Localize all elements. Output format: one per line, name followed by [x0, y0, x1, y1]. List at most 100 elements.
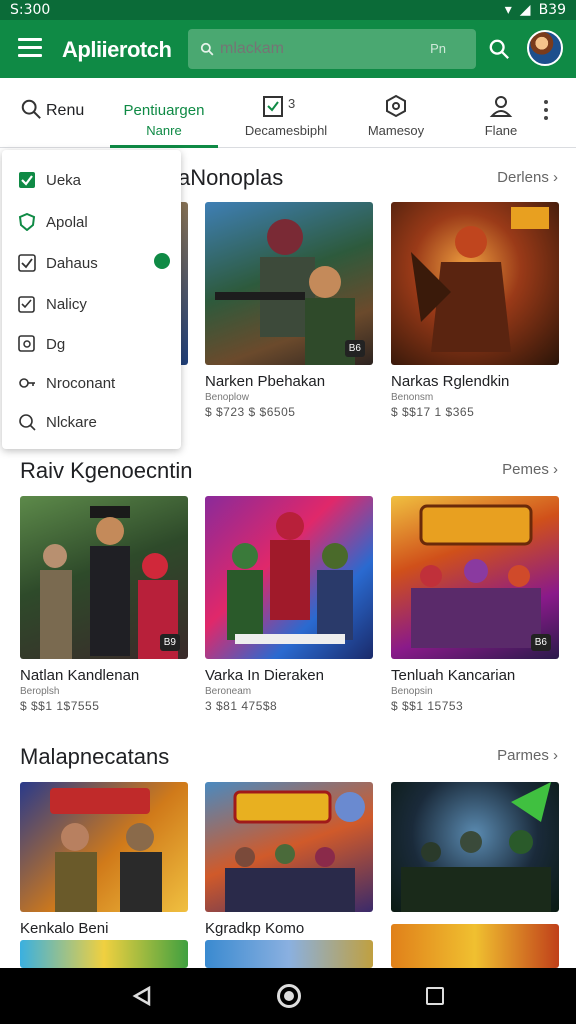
game-card[interactable]: B9 Natlan Kandlenan Beroplsh $ $$1 1$755…: [20, 496, 188, 713]
checkbox-icon: [18, 254, 36, 272]
avatar[interactable]: [527, 30, 563, 66]
menu-item[interactable]: Apolal: [18, 210, 88, 234]
menu-item-label: Apolal: [46, 213, 88, 231]
menu-item-label: Ueka: [46, 171, 82, 189]
section-more-link[interactable]: Pemes ›: [502, 461, 558, 478]
search-icon[interactable]: [488, 38, 510, 60]
game-price: 3 $81 475$8: [205, 699, 278, 713]
game-thumbnail: [205, 782, 373, 912]
status-time: S:300: [10, 2, 51, 18]
check-box-icon: [19, 172, 35, 188]
tab-featured-sub: Nanre: [146, 123, 182, 138]
section-more-label: Pemes: [502, 461, 549, 478]
section-more-label: Derlens: [497, 169, 549, 186]
menu-item[interactable]: Nalicy: [18, 292, 87, 316]
menu-item[interactable]: Nroconant: [18, 371, 115, 395]
tab-profile[interactable]: Flane: [464, 78, 538, 148]
wifi-icon: ▾: [504, 2, 512, 18]
search-icon: [200, 42, 214, 56]
game-card[interactable]: Kgradkp Komo: [205, 782, 373, 937]
tab-search-label: Renu: [46, 102, 85, 119]
shield-icon: [18, 213, 36, 231]
section-more-link[interactable]: Parmes ›: [497, 747, 558, 764]
game-thumbnail-partial[interactable]: [205, 940, 373, 968]
section-title: Raiv Kgenoecntin: [20, 458, 193, 483]
game-title: Narken Pbehakan: [205, 373, 326, 390]
section-title: Malapnecatans: [20, 744, 170, 769]
game-thumbnail-partial[interactable]: [391, 924, 559, 968]
gamepad-icon: [386, 94, 406, 118]
age-rating-badge: B6: [344, 340, 365, 357]
tab-bar: Renu Pentiuargen Nanre 3 Decamesbiphl Ma…: [0, 78, 576, 148]
battery-text: B39: [538, 2, 566, 18]
menu-item-label: Dahaus: [46, 254, 98, 272]
game-title: Kgradkp Komo: [205, 920, 305, 937]
game-thumbnail: B9: [20, 496, 188, 659]
menu-item-label: Nlckare: [46, 413, 97, 431]
game-title: Kenkalo Beni: [20, 920, 109, 937]
key-icon: [19, 378, 35, 388]
age-rating-badge: B6: [530, 634, 551, 651]
tab-profile-label: Flane: [484, 123, 518, 138]
menu-item[interactable]: Nlckare: [18, 410, 97, 434]
message-check-icon: [18, 335, 35, 352]
section-more-link[interactable]: Derlens ›: [497, 169, 558, 186]
game-price: $ $$17 1 $365: [391, 405, 475, 419]
game-thumbnail: [205, 496, 373, 659]
game-price: $ $723 $ $6505: [205, 405, 296, 419]
app-bar: Apliierotch Pn: [0, 20, 576, 78]
home-icon[interactable]: [277, 984, 301, 1008]
note-check-icon: [18, 296, 35, 313]
game-developer: Benoplow: [205, 392, 249, 403]
game-thumbnail-partial[interactable]: [20, 940, 188, 968]
tab-search[interactable]: Renu: [18, 78, 98, 148]
tab-featured[interactable]: Pentiuargen Nanre: [110, 78, 218, 148]
system-nav-bar: [0, 968, 576, 1024]
game-developer: Benopsin: [391, 686, 433, 697]
game-developer: Benonsm: [391, 392, 434, 403]
game-price: $ $$1 15753: [391, 699, 464, 713]
app-title: Apliierotch: [62, 37, 172, 62]
tab-featured-label: Pentiuargen: [123, 102, 205, 119]
search-box[interactable]: Pn: [188, 29, 476, 69]
game-card[interactable]: Kenkalo Beni: [20, 782, 188, 937]
search-input[interactable]: [220, 40, 420, 58]
artwork-duo: [50, 788, 162, 912]
menu-item-label: Dg: [46, 335, 66, 353]
artwork-team: [225, 790, 365, 912]
status-bar: S:300 ▾ ◢ B39: [0, 0, 576, 20]
menu-item[interactable]: Dg: [18, 332, 65, 356]
game-title: Varka In Dieraken: [205, 667, 324, 684]
game-card[interactable]: Narkas Rglendkin Benonsm $ $$17 1 $365: [391, 202, 559, 419]
menu-icon[interactable]: [18, 38, 42, 58]
dropdown-menu: Ueka Apolal Dahaus Nalicy Dg Nroconant N…: [2, 150, 181, 449]
game-developer: Beroneam: [205, 686, 252, 697]
back-icon[interactable]: [132, 986, 152, 1006]
menu-item-label: Nalicy: [46, 295, 87, 313]
game-thumbnail: [391, 202, 559, 365]
search-hint: Pn: [430, 41, 446, 56]
recents-icon[interactable]: [426, 987, 444, 1005]
artwork-heroes: [227, 512, 353, 644]
game-thumbnail: [391, 782, 559, 912]
menu-item[interactable]: Ueka: [18, 168, 81, 192]
game-card[interactable]: Varka In Dieraken Beroneam 3 $81 475$8: [205, 496, 373, 713]
age-rating-badge: B9: [159, 634, 180, 651]
game-card[interactable]: [391, 782, 559, 912]
artwork-battle: [401, 782, 551, 912]
game-thumbnail: B6: [205, 202, 373, 365]
more-options-icon[interactable]: [540, 100, 552, 124]
game-title: Natlan Kandlenan: [20, 667, 140, 684]
game-title: Narkas Rglendkin: [391, 373, 510, 390]
tab-manage[interactable]: Mamesoy: [356, 78, 436, 148]
search-icon: [21, 99, 41, 119]
tab-recommended[interactable]: 3 Decamesbiphl: [236, 78, 336, 148]
game-title: Tenluah Kancarian: [391, 667, 516, 684]
tab-recommended-badge: 3: [288, 96, 296, 111]
game-card[interactable]: B6 Tenluah Kancarian Benopsin $ $$1 1575…: [391, 496, 559, 713]
game-card[interactable]: B6 Narken Pbehakan Benoplow $ $723 $ $65…: [205, 202, 373, 419]
game-developer: Beroplsh: [20, 686, 60, 697]
game-thumbnail: B6: [391, 496, 559, 659]
menu-item[interactable]: Dahaus: [18, 251, 98, 275]
person-icon: [489, 96, 513, 117]
